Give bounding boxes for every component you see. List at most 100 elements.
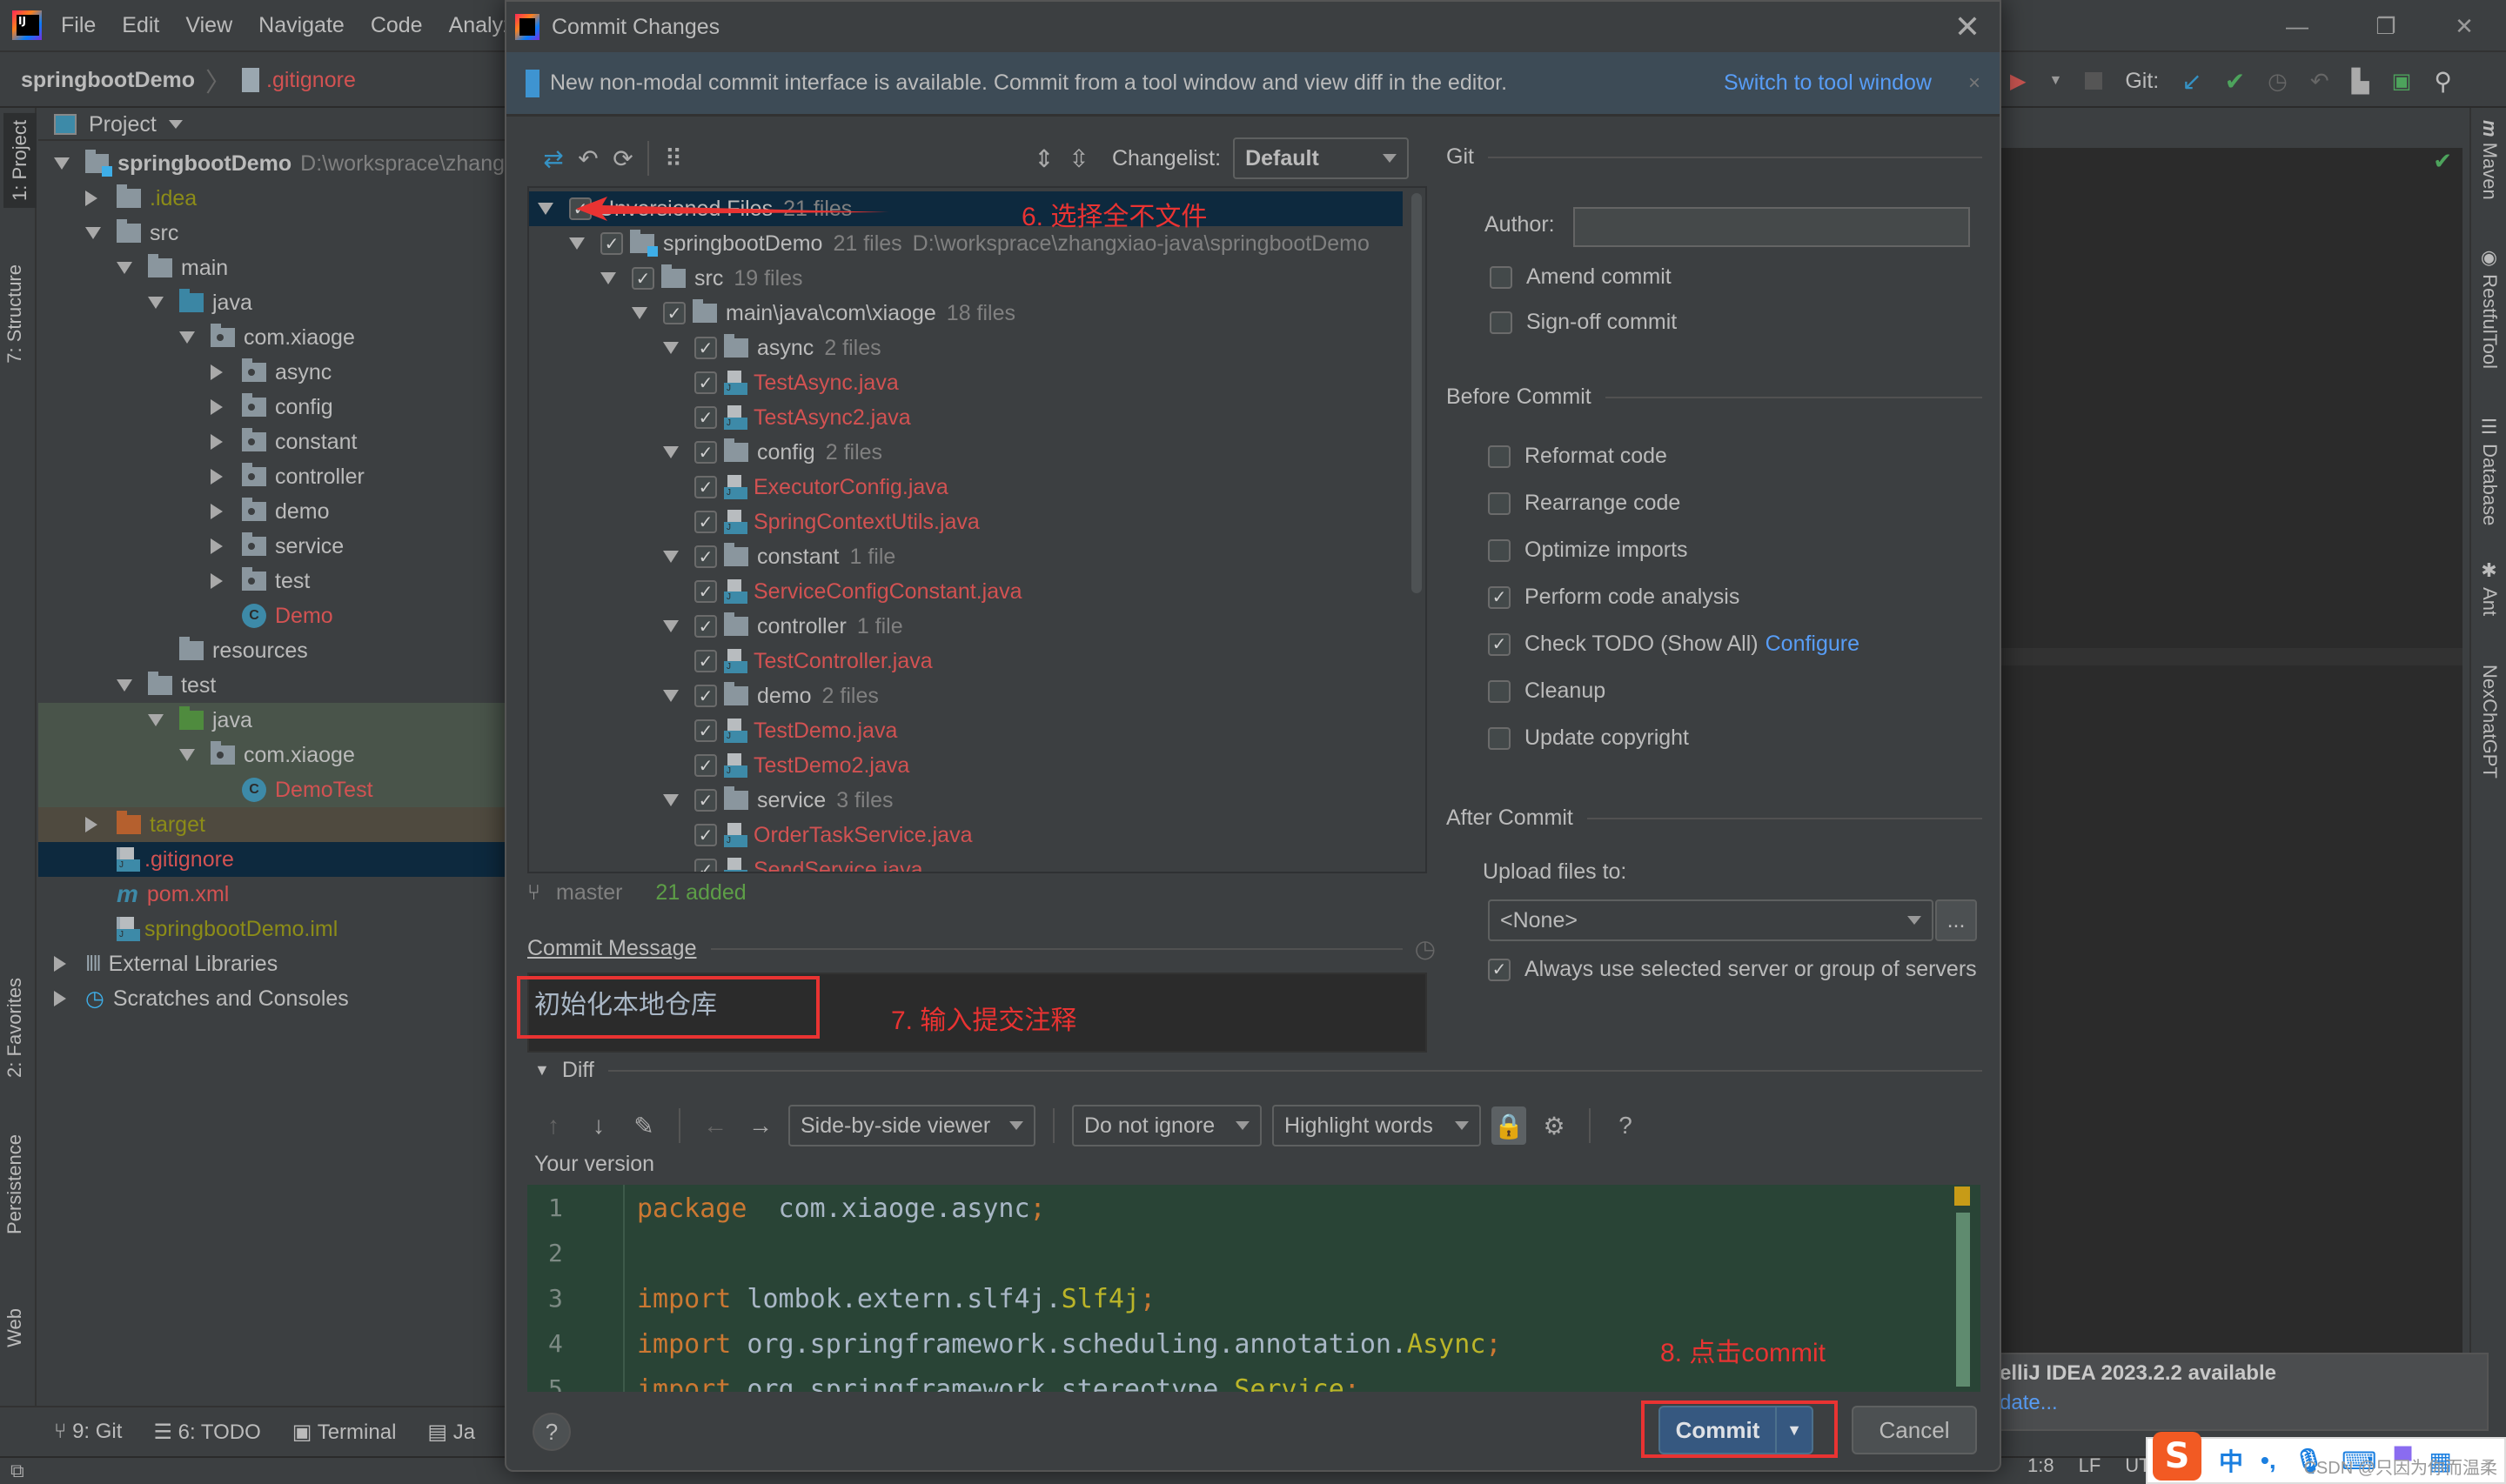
optimize-imports-option[interactable]: ✓ Optimize imports [1488, 538, 1688, 563]
rearrange-code-option[interactable]: ✓ Rearrange code [1488, 491, 1680, 516]
project-tree-node[interactable]: springbootDemo D:\worksprace\zhang [38, 146, 505, 181]
tool-tab-persistence[interactable]: Persistence [3, 1134, 26, 1234]
expanded-triangle-icon[interactable] [117, 262, 132, 274]
file-include-checkbox[interactable]: ✓ [694, 545, 717, 568]
menu-code[interactable]: Code [371, 13, 423, 38]
project-tree-node[interactable]: target [38, 807, 505, 842]
collapsed-triangle-icon[interactable] [211, 573, 223, 589]
tool-tab-todo[interactable]: ☰ 6: TODO [153, 1420, 260, 1445]
window-close-button[interactable]: ✕ [2438, 9, 2490, 43]
expanded-triangle-icon[interactable] [54, 157, 70, 170]
breadcrumb-file[interactable]: .gitignore [266, 68, 356, 93]
collapsed-triangle-icon[interactable] [211, 399, 223, 415]
project-tree-node[interactable]: demo [38, 494, 505, 529]
file-include-checkbox[interactable]: ✓ [694, 719, 717, 742]
git-commit-icon[interactable]: ✔ [2225, 67, 2245, 96]
author-input[interactable] [1573, 207, 1970, 247]
changed-file-row[interactable]: ✓ SendService.java [529, 852, 1403, 872]
rearrange-code-checkbox[interactable]: ✓ [1488, 491, 1511, 515]
reformat-code-option[interactable]: ✓ Reformat code [1488, 444, 1667, 469]
project-tree-node[interactable]: .idea [38, 181, 505, 216]
update-copyright-option[interactable]: ✓ Update copyright [1488, 725, 1689, 751]
changed-folder-row[interactable]: ✓ constant 1 file [529, 539, 1403, 574]
sign-off-checkbox[interactable]: ✓ [1490, 311, 1512, 334]
expanded-triangle-icon[interactable] [663, 690, 679, 702]
project-tree-node[interactable]: resources [38, 633, 505, 668]
changed-folder-row[interactable]: ✓ async 2 files [529, 331, 1403, 365]
expanded-triangle-icon[interactable] [663, 446, 679, 458]
ime-punctuation-toggle[interactable]: •, [2261, 1447, 2276, 1474]
cancel-button[interactable]: Cancel [1852, 1406, 1977, 1454]
caret-position[interactable]: 1:8 [2027, 1454, 2054, 1477]
restore-button[interactable]: ❐ [2360, 9, 2412, 43]
tool-tab-nexchatgpt[interactable]: NexChatGPT [2478, 665, 2501, 779]
file-include-checkbox[interactable]: ✓ [600, 232, 623, 255]
expanded-triangle-icon[interactable] [148, 714, 164, 726]
changed-file-row[interactable]: ✓ TestDemo.java [529, 713, 1403, 748]
project-tree-node[interactable]: .gitignore [38, 842, 505, 877]
breadcrumb-project[interactable]: springbootDemo [21, 68, 195, 93]
switch-to-tool-window-link[interactable]: Switch to tool window [1724, 70, 1932, 96]
project-tree-node[interactable]: src [38, 216, 505, 251]
reformat-code-checkbox[interactable]: ✓ [1488, 445, 1511, 468]
file-include-checkbox[interactable]: ✓ [694, 789, 717, 812]
collapse-all-icon[interactable]: ⇳ [1062, 141, 1096, 176]
tool-tab-project[interactable]: 1: Project [3, 113, 37, 208]
file-include-checkbox[interactable]: ✓ [694, 337, 717, 359]
run-anything-icon[interactable]: ▣ [2392, 69, 2412, 94]
file-include-checkbox[interactable]: ✓ [694, 650, 717, 672]
diff-section-header[interactable]: ▼ Diff [534, 1058, 1982, 1083]
upload-server-dropdown[interactable]: <None> [1488, 899, 1933, 941]
settings-gear-icon[interactable]: ⚙ [1537, 1108, 1571, 1143]
changed-folder-row[interactable]: ✓ main\java\com\xiaoge 18 files [529, 296, 1403, 331]
changed-file-row[interactable]: ✓ TestController.java [529, 644, 1403, 678]
tool-tab-terminal[interactable]: ▣ Terminal [292, 1420, 397, 1445]
project-tree-node[interactable]: com.xiaoge [38, 320, 505, 355]
file-include-checkbox[interactable]: ✓ [632, 267, 654, 290]
project-tree-node[interactable]: service [38, 529, 505, 564]
expanded-triangle-icon[interactable] [85, 227, 101, 239]
show-diff-icon[interactable]: ⇄ [536, 141, 571, 176]
changed-file-row[interactable]: ✓ TestAsync2.java [529, 400, 1403, 435]
tool-tab-git[interactable]: ⑂ 9: Git [54, 1420, 122, 1444]
changed-folder-row[interactable]: ✓ service 3 files [529, 783, 1403, 818]
amend-commit-checkbox[interactable]: ✓ [1490, 265, 1512, 289]
group-by-icon[interactable]: ⠿ [656, 141, 691, 176]
collapsed-triangle-icon[interactable] [211, 434, 223, 450]
menu-file[interactable]: File [61, 13, 96, 38]
project-structure-icon[interactable]: ▙ [2352, 68, 2369, 95]
dialog-close-button[interactable]: ✕ [1954, 9, 1980, 45]
line-separator[interactable]: LF [2079, 1454, 2101, 1477]
file-include-checkbox[interactable]: ✓ [694, 859, 717, 872]
browse-servers-button[interactable]: ... [1935, 899, 1977, 941]
file-include-checkbox[interactable]: ✓ [694, 371, 717, 394]
changed-folder-row[interactable]: ✓ demo 2 files [529, 678, 1403, 713]
next-difference-icon[interactable]: ↓ [581, 1108, 616, 1143]
expanded-triangle-icon[interactable] [663, 551, 679, 563]
refresh-icon[interactable]: ⟳ [606, 141, 640, 176]
highlight-mode-dropdown[interactable]: Highlight words [1272, 1105, 1481, 1146]
ignore-whitespace-dropdown[interactable]: Do not ignore [1072, 1105, 1262, 1146]
changed-file-row[interactable]: ✓ TestDemo2.java [529, 748, 1403, 783]
always-use-server-option[interactable]: ✓ Always use selected server or group of … [1488, 957, 1977, 982]
banner-close-button[interactable]: × [1968, 71, 1980, 96]
file-include-checkbox[interactable]: ✓ [694, 754, 717, 777]
minimize-button[interactable]: — [2271, 9, 2323, 43]
changelist-dropdown[interactable]: Default [1233, 137, 1410, 179]
menu-edit[interactable]: Edit [122, 13, 159, 38]
next-file-icon[interactable]: → [743, 1108, 778, 1143]
project-tree-node[interactable]: main [38, 251, 505, 285]
chevron-down-icon[interactable] [168, 120, 183, 129]
changed-file-row[interactable]: ✓ OrderTaskService.java [529, 818, 1403, 852]
tool-tab-database[interactable]: ☰ Database [2478, 417, 2501, 525]
previous-file-icon[interactable]: ← [698, 1108, 733, 1143]
cleanup-option[interactable]: ✓ Cleanup [1488, 678, 1605, 704]
project-tree-node[interactable]: springbootDemo.iml [38, 912, 505, 946]
expanded-triangle-icon[interactable] [663, 342, 679, 354]
project-tree-node[interactable]: config [38, 390, 505, 424]
file-include-checkbox[interactable]: ✓ [694, 685, 717, 707]
diff-help-icon[interactable]: ? [1608, 1108, 1643, 1143]
previous-difference-icon[interactable]: ↑ [536, 1108, 571, 1143]
changed-file-row[interactable]: ✓ TestAsync.java [529, 365, 1403, 400]
run-coverage-icon[interactable]: ▶ [2010, 69, 2026, 94]
